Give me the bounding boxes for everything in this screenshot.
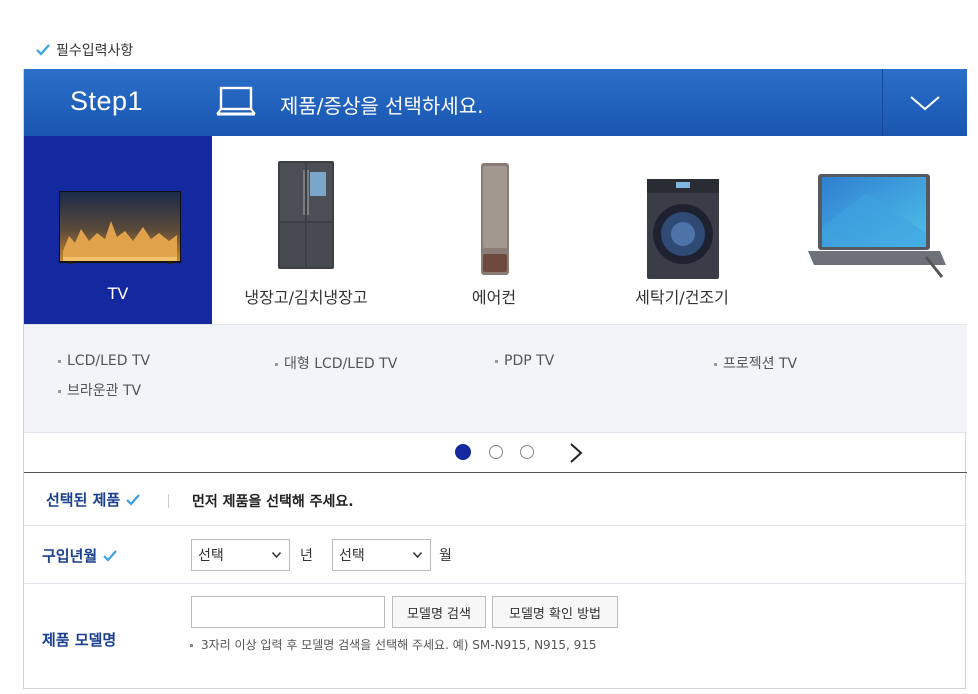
category-label: 에어컨 [471, 288, 517, 307]
subcategory-list: LCD/LED TV 대형 LCD/LED TV PDP TV 프로젝션 TV … [24, 324, 967, 433]
year-select-value: 선택 [198, 548, 224, 564]
laptop-icon [216, 86, 256, 116]
category-tv[interactable]: TV [24, 136, 212, 324]
air-conditioner-image [481, 163, 509, 275]
chevron-right-icon[interactable] [568, 442, 584, 464]
step-description: 제품/증상을 선택하세요. [280, 94, 484, 118]
step-header: Step1 제품/증상을 선택하세요. [24, 69, 967, 136]
category-list: TV 냉장고/김치냉장고 에어컨 세탁기/건조기 [24, 136, 967, 324]
page-dot-2[interactable] [489, 445, 503, 459]
page-dot-3[interactable] [520, 445, 534, 459]
model-hint: 3자리 이상 입력 후 모델명 검색을 선택해 주세요. 예) SM-N915,… [190, 636, 597, 653]
month-select-value: 선택 [339, 548, 365, 564]
year-select[interactable]: 선택 [191, 539, 290, 571]
month-unit: 월 [439, 548, 452, 564]
check-icon [36, 44, 50, 56]
model-howto-button[interactable]: 모델명 확인 방법 [492, 596, 618, 628]
page-dot-1[interactable] [455, 444, 471, 460]
subcategory-item[interactable]: PDP TV [495, 353, 554, 369]
category-refrigerator[interactable]: 냉장고/김치냉장고 [212, 136, 400, 324]
category-air-conditioner[interactable]: 에어컨 [400, 136, 588, 324]
selected-product-row: 선택된 제품 먼저 제품을 선택해 주세요. [24, 473, 967, 526]
category-label: 냉장고/김치냉장고 [244, 288, 368, 307]
subcategory-item[interactable]: LCD/LED TV [58, 353, 150, 369]
category-washer-dryer[interactable]: 세탁기/건조기 [588, 136, 776, 324]
chevron-down-icon [413, 552, 422, 558]
required-note: 필수입력사항 [36, 40, 133, 60]
category-notebook[interactable] [776, 136, 964, 324]
check-icon [103, 549, 118, 562]
model-input[interactable] [191, 596, 385, 628]
chevron-down-icon [910, 95, 940, 110]
year-unit: 년 [300, 548, 313, 564]
chevron-down-icon [272, 552, 281, 558]
model-label: 제품 모델명 [42, 629, 116, 650]
subcategory-item[interactable]: 대형 LCD/LED TV [275, 353, 397, 373]
product-selection-panel: Step1 제품/증상을 선택하세요. TV 냉장고/김치냉장고 에어컨 세탁기… [23, 69, 967, 689]
model-label-text: 제품 모델명 [42, 631, 117, 649]
refrigerator-image [278, 161, 334, 269]
subcategory-item[interactable]: 브라운관 TV [58, 380, 141, 400]
row-divider [168, 494, 169, 508]
month-select[interactable]: 선택 [332, 539, 431, 571]
model-row: 제품 모델명 모델명 검색 모델명 확인 방법 3자리 이상 입력 후 모델명 … [24, 584, 967, 694]
category-pagination [24, 433, 967, 473]
selected-product-message: 먼저 제품을 선택해 주세요. [192, 494, 354, 510]
washing-machine-image [647, 179, 719, 279]
check-icon [126, 493, 141, 506]
model-search-button[interactable]: 모델명 검색 [392, 596, 486, 628]
purchase-date-label: 구입년월 [42, 545, 118, 566]
notebook-image [808, 174, 946, 278]
purchase-date-row: 구입년월 선택 년 선택 월 [24, 526, 967, 584]
purchase-date-label-text: 구입년월 [42, 547, 98, 565]
category-label: 세탁기/건조기 [635, 288, 729, 307]
selected-product-label-text: 선택된 제품 [46, 491, 121, 509]
collapse-toggle-button[interactable] [883, 69, 967, 136]
required-note-text: 필수입력사항 [56, 43, 134, 59]
selected-product-label: 선택된 제품 [46, 489, 141, 510]
step-title: Step1 [70, 86, 144, 116]
subcategory-item[interactable]: 프로젝션 TV [714, 353, 797, 373]
tv-image [59, 191, 181, 264]
category-label: TV [107, 284, 129, 303]
